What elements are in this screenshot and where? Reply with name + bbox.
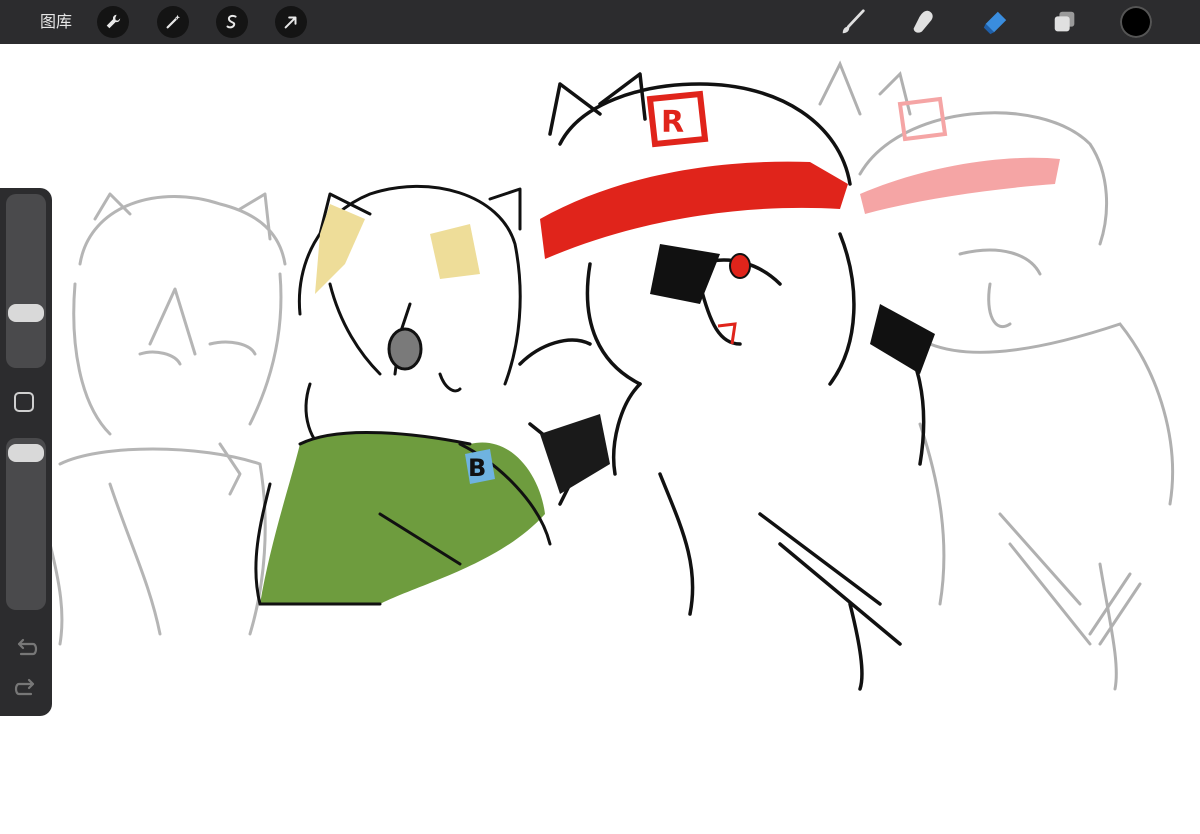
eraser-button[interactable] xyxy=(980,7,1010,37)
magic-wand-icon xyxy=(166,14,181,29)
ghost-sketch-right xyxy=(818,60,1174,691)
opacity-thumb[interactable] xyxy=(8,444,44,462)
left-sidebar xyxy=(0,188,52,716)
eraser-icon xyxy=(983,11,1007,35)
wrench-icon xyxy=(106,14,121,29)
red-eye xyxy=(729,253,751,279)
layers-button[interactable] xyxy=(1050,7,1080,37)
dark-shoulder xyxy=(870,304,935,374)
smudge-button[interactable] xyxy=(908,7,938,37)
brush-button[interactable] xyxy=(838,7,868,37)
color-picker-button[interactable] xyxy=(1120,6,1152,38)
modify-button[interactable] xyxy=(14,392,34,412)
gallery-link[interactable]: 图库 xyxy=(40,12,72,32)
redo-icon[interactable] xyxy=(13,676,39,698)
eye-patch-shadow xyxy=(650,244,720,304)
red-cap-letter: R xyxy=(661,105,684,140)
brush-size-slider[interactable] xyxy=(6,194,46,368)
selection-icon xyxy=(226,14,237,29)
ghost-sketch-left xyxy=(48,192,287,646)
undo-icon[interactable] xyxy=(13,636,39,658)
transform-button[interactable] xyxy=(275,6,307,38)
red-cap-brim xyxy=(540,161,848,259)
character-green-eye xyxy=(387,327,423,371)
character-green-hair xyxy=(315,204,365,294)
brush-size-thumb[interactable] xyxy=(8,304,44,322)
artwork: B R xyxy=(48,60,1174,691)
top-toolbar: 图库 xyxy=(0,0,1200,44)
brush-icon xyxy=(842,9,865,34)
dark-hand xyxy=(540,414,610,494)
badge-letter: B xyxy=(468,454,486,482)
adjustments-button[interactable] xyxy=(157,6,189,38)
layers-icon xyxy=(1054,11,1075,32)
actions-button[interactable] xyxy=(97,6,129,38)
ghost-cap xyxy=(860,157,1060,214)
opacity-slider[interactable] xyxy=(6,438,46,610)
character-green-cape xyxy=(260,432,545,604)
character-green-hair-2 xyxy=(430,224,480,279)
selection-button[interactable] xyxy=(216,6,248,38)
transform-arrow-icon xyxy=(284,16,297,29)
drawing-canvas[interactable]: B R xyxy=(0,44,1200,834)
smudge-icon xyxy=(913,10,933,33)
